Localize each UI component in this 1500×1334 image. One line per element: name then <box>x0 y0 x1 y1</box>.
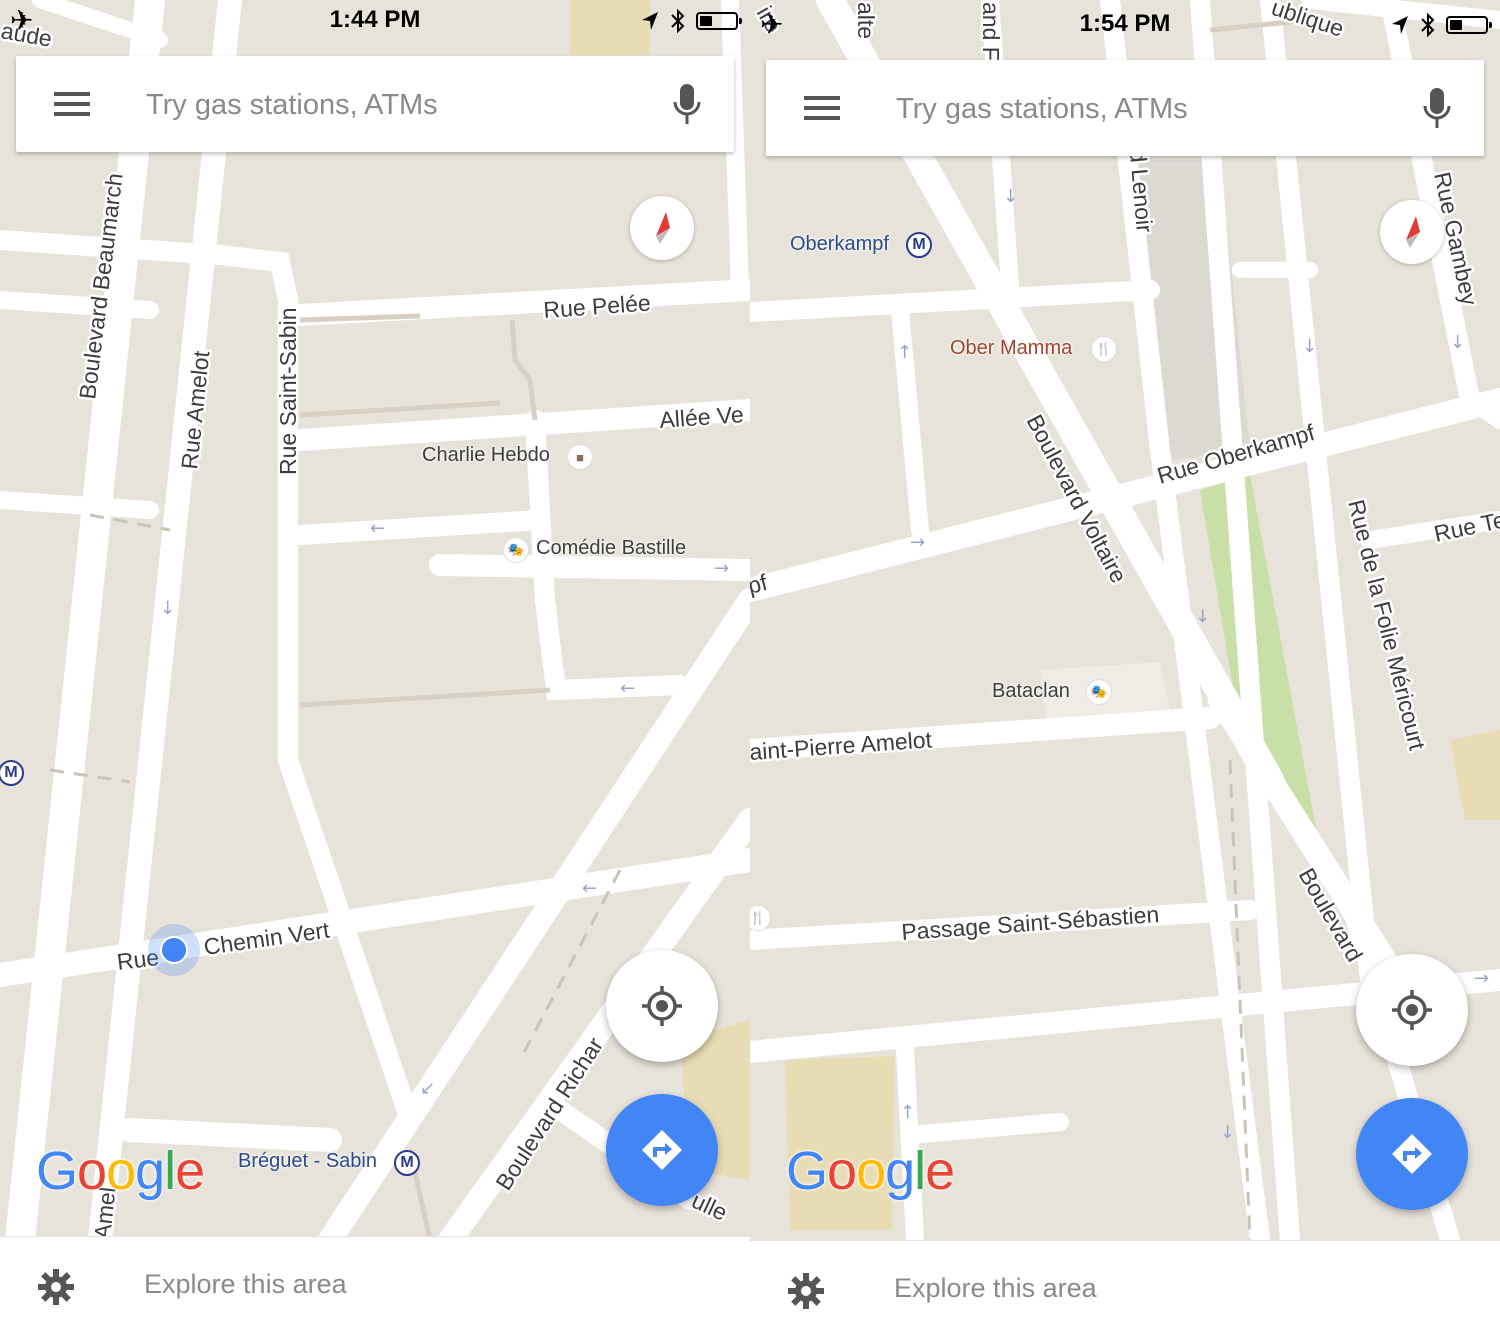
metro-icon[interactable]: M <box>394 1150 420 1176</box>
svg-text:→: → <box>714 558 729 579</box>
status-bar: ✈ 1:44 PM <box>0 0 750 44</box>
directions-button[interactable] <box>1356 1098 1468 1210</box>
battery-icon <box>696 12 742 30</box>
svg-text:←: ← <box>620 678 635 699</box>
search-bar <box>766 60 1484 156</box>
google-logo: Google <box>786 1141 955 1201</box>
search-input[interactable] <box>894 82 1398 136</box>
poi-label[interactable]: Oberkampf <box>790 233 889 256</box>
status-bar: ✈ 1:54 PM <box>750 4 1500 48</box>
status-time: 1:44 PM <box>329 6 421 33</box>
svg-text:↓: ↓ <box>1195 606 1210 627</box>
shop-icon[interactable]: ■ <box>568 445 592 469</box>
poi-label[interactable]: Bataclan <box>992 680 1070 703</box>
svg-text:→: → <box>1474 968 1489 989</box>
directions-icon <box>642 1130 682 1170</box>
theater-icon[interactable]: 🎭 <box>1087 680 1111 704</box>
svg-text:↓: ↓ <box>1450 332 1465 353</box>
map-screen-left: aude Boulevard Beaumarch Rue Amelot Rue … <box>0 0 750 1334</box>
explore-area-label[interactable]: Explore this area <box>144 1269 347 1300</box>
hamburger-menu-icon[interactable] <box>54 92 90 116</box>
map-screen-right: ire alte and F ublique ard Lenoir Rue Ga… <box>750 0 1500 1334</box>
bluetooth-icon <box>671 8 685 34</box>
metro-icon[interactable]: M <box>906 232 932 258</box>
svg-text:←: ← <box>582 878 597 899</box>
street-label: Boulevard Richar <box>490 1032 608 1194</box>
svg-text:←: ← <box>370 518 385 539</box>
svg-text:↑: ↑ <box>897 342 912 363</box>
directions-icon <box>1392 1134 1432 1174</box>
map-canvas[interactable]: aude Boulevard Beaumarch Rue Amelot Rue … <box>0 0 750 1240</box>
status-time: 1:54 PM <box>1079 10 1171 37</box>
street-label: Passage Saint-Sébastien <box>901 901 1160 945</box>
compass-icon <box>656 212 670 244</box>
directions-button[interactable] <box>606 1094 718 1206</box>
microphone-icon[interactable] <box>1420 86 1454 132</box>
svg-text:↙: ↙ <box>420 1078 435 1099</box>
svg-text:↓: ↓ <box>1220 1122 1235 1143</box>
explore-area-label[interactable]: Explore this area <box>894 1273 1097 1304</box>
my-location-button[interactable] <box>1356 954 1468 1066</box>
svg-text:↓: ↓ <box>1302 336 1317 357</box>
street-label: Rue Saint-Sabin <box>275 308 301 476</box>
compass-button[interactable] <box>1380 200 1444 264</box>
poi-label[interactable]: Ober Mamma <box>950 337 1072 360</box>
bottom-bar: Explore this area <box>0 1236 750 1334</box>
bluetooth-icon <box>1421 12 1435 38</box>
location-arrow-icon <box>642 12 658 30</box>
compass-button[interactable] <box>630 196 694 260</box>
street-label: Rue Te <box>1432 506 1500 546</box>
svg-text:↓: ↓ <box>160 598 175 619</box>
battery-icon <box>1446 16 1492 34</box>
bottom-bar: Explore this area <box>750 1240 1500 1334</box>
restaurant-icon[interactable]: 🍴 <box>1092 337 1116 361</box>
poi-label[interactable]: Comédie Bastille <box>536 537 686 560</box>
theater-icon[interactable]: 🎭 <box>504 538 528 562</box>
map-canvas[interactable]: ire alte and F ublique ard Lenoir Rue Ga… <box>750 0 1500 1240</box>
search-bar <box>16 56 734 152</box>
google-logo: Google <box>36 1141 205 1201</box>
current-location-dot <box>148 924 200 976</box>
svg-text:↓: ↓ <box>1003 186 1018 207</box>
my-location-button[interactable] <box>606 950 718 1062</box>
gear-icon[interactable] <box>786 1271 826 1311</box>
location-arrow-icon <box>1392 16 1408 34</box>
search-input[interactable] <box>144 78 648 132</box>
street-label: Allée Ve <box>659 401 745 433</box>
svg-text:→: → <box>910 532 925 553</box>
svg-text:↑: ↑ <box>900 1102 915 1123</box>
gear-icon[interactable] <box>36 1267 76 1307</box>
poi-label[interactable]: Charlie Hebdo <box>422 444 550 467</box>
microphone-icon[interactable] <box>670 82 704 128</box>
street-label: aint-Pierre Amelot <box>750 726 933 765</box>
poi-label[interactable]: Bréguet - Sabin <box>238 1150 377 1173</box>
hamburger-menu-icon[interactable] <box>804 96 840 120</box>
my-location-icon <box>642 986 682 1026</box>
my-location-icon <box>1392 990 1432 1030</box>
compass-icon <box>1406 216 1420 248</box>
